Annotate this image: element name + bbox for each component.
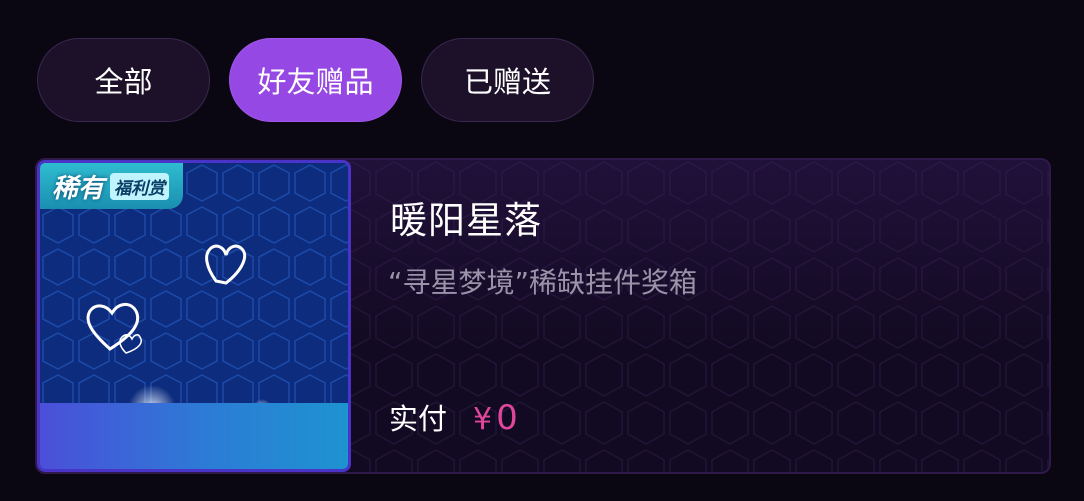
tab-sent[interactable]: 已赠送	[421, 38, 594, 122]
gift-subtitle: “寻星梦境”稀缺挂件奖箱	[388, 266, 698, 299]
gift-card[interactable]: 稀有 福利赏 暖阳星落 “寻星梦境”稀缺挂件奖箱 实付 ¥0	[35, 158, 1051, 474]
price-label: 实付	[389, 402, 448, 436]
rare-badge-main: 稀有	[52, 173, 105, 204]
currency-symbol: ¥	[473, 402, 493, 437]
tab-all[interactable]: 全部	[37, 38, 210, 122]
rare-badge: 稀有 福利赏	[40, 163, 184, 209]
price-value: ¥0	[473, 398, 518, 438]
price-row: 实付 ¥0	[389, 396, 518, 438]
tab-friend-gifts[interactable]: 好友赠品	[229, 38, 402, 122]
thumbnail-footer-strip	[40, 403, 348, 469]
price-amount: 0	[496, 398, 518, 438]
tab-bar: 全部 好友赠品 已赠送	[37, 38, 594, 122]
gift-thumbnail: 稀有 福利赏	[37, 160, 351, 472]
gift-title: 暖阳星落	[390, 199, 542, 242]
rare-badge-sub: 福利赏	[110, 172, 170, 200]
